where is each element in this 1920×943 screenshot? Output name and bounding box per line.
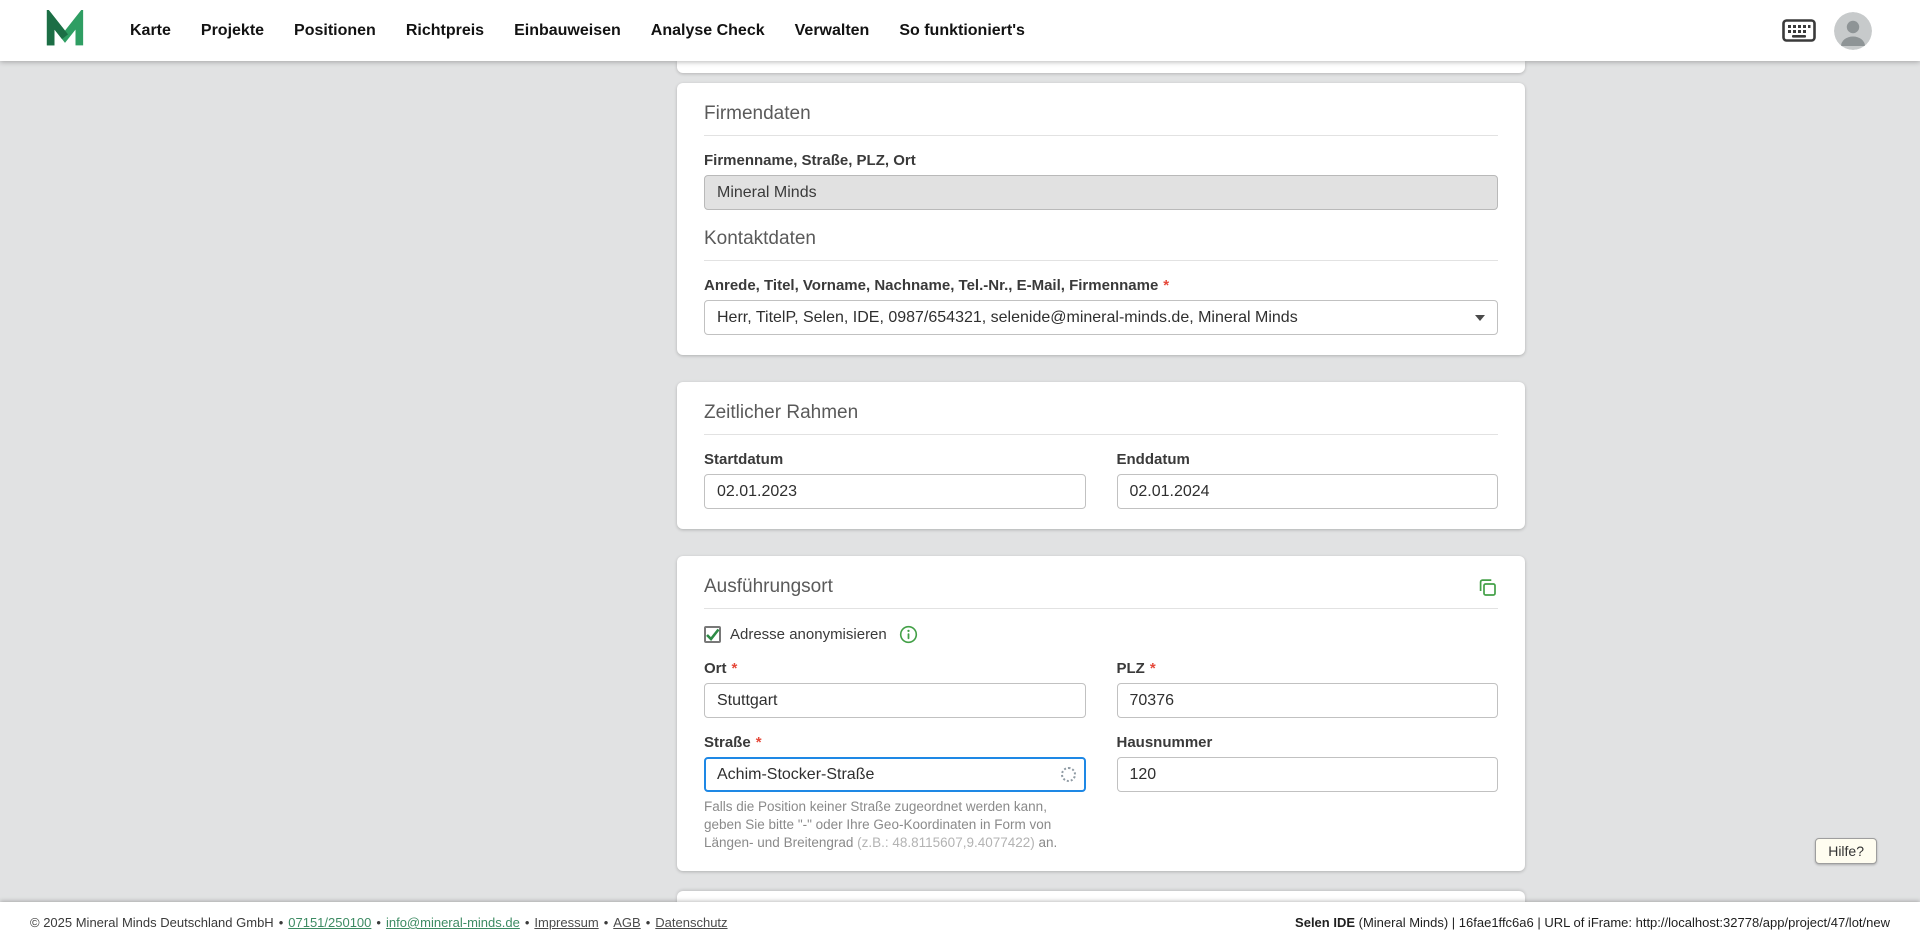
partial-card-top xyxy=(677,61,1525,73)
enddatum-label: Enddatum xyxy=(1116,451,1190,468)
hausnummer-input[interactable] xyxy=(1116,757,1498,792)
firmenname-label: Firmenname, Straße, PLZ, Ort xyxy=(704,152,916,169)
footer: © 2025 Mineral Minds Deutschland GmbH • … xyxy=(0,902,1920,943)
hausnummer-label: Hausnummer xyxy=(1116,734,1213,751)
loading-spinner-icon xyxy=(1060,766,1076,782)
anonymize-checkbox[interactable] xyxy=(704,626,721,643)
firmendaten-title: Firmendaten xyxy=(704,103,811,124)
nav-item-analyse-check[interactable]: Analyse Check xyxy=(651,22,765,40)
card-ausfuehrungsort: Ausführungsort Adresse anonymisieren Ort… xyxy=(677,556,1525,872)
ort-field: Ort * xyxy=(704,660,1086,718)
plz-input[interactable] xyxy=(1116,683,1498,718)
geo-coords-example: (z.B.: 48.8115607,9.4077422) xyxy=(857,834,1035,850)
footer-debug-info: Selen IDE (Mineral Minds) | 16fae1ffc6a6… xyxy=(1295,915,1890,930)
enddatum-field: Enddatum xyxy=(1116,451,1498,509)
nav-item-so-funktionierts[interactable]: So funktioniert's xyxy=(899,22,1025,40)
anonymize-row: Adresse anonymisieren xyxy=(704,625,1498,644)
footer-agb-link[interactable]: AGB xyxy=(613,915,640,930)
footer-app-name: Selen IDE xyxy=(1295,915,1356,930)
enddatum-input[interactable] xyxy=(1116,474,1498,509)
footer-links: © 2025 Mineral Minds Deutschland GmbH • … xyxy=(30,915,728,930)
nav-item-einbauweisen[interactable]: Einbauweisen xyxy=(514,22,621,40)
kontakt-label: Anrede, Titel, Vorname, Nachname, Tel.-N… xyxy=(704,277,1159,294)
ort-input[interactable] xyxy=(704,683,1086,718)
info-icon[interactable] xyxy=(899,625,918,644)
zeitraum-title: Zeitlicher Rahmen xyxy=(704,402,859,423)
keyboard-icon[interactable] xyxy=(1782,19,1816,42)
startdatum-field: Startdatum xyxy=(704,451,1086,509)
startdatum-input[interactable] xyxy=(704,474,1086,509)
nav-item-verwalten[interactable]: Verwalten xyxy=(795,22,870,40)
plz-field: PLZ * xyxy=(1116,660,1498,718)
card-firmendaten: Firmendaten Firmenname, Straße, PLZ, Ort… xyxy=(677,83,1525,355)
footer-datenschutz-link[interactable]: Datenschutz xyxy=(655,915,727,930)
required-marker: * xyxy=(731,660,738,677)
hausnummer-field: Hausnummer xyxy=(1116,734,1498,851)
nav-item-karte[interactable]: Karte xyxy=(130,22,171,40)
nav-item-positionen[interactable]: Positionen xyxy=(294,22,376,40)
plz-label: PLZ xyxy=(1116,660,1145,677)
footer-impressum-link[interactable]: Impressum xyxy=(534,915,598,930)
strasse-label: Straße xyxy=(704,734,751,751)
required-marker: * xyxy=(1149,660,1156,677)
strasse-hint: Falls die Position keiner Straße zugeord… xyxy=(704,799,1058,850)
chevron-down-icon xyxy=(1475,314,1485,321)
ort-label: Ort xyxy=(704,660,727,677)
copy-icon[interactable] xyxy=(1477,577,1498,598)
footer-phone-link[interactable]: 07151/250100 xyxy=(288,915,371,930)
form-content: Firmendaten Firmenname, Straße, PLZ, Ort… xyxy=(677,61,1525,898)
app-logo-icon[interactable] xyxy=(44,9,86,52)
nav-right-icons xyxy=(1782,11,1872,50)
required-marker: * xyxy=(1163,277,1170,294)
user-avatar[interactable] xyxy=(1834,11,1872,50)
footer-email-link[interactable]: info@mineral-minds.de xyxy=(386,915,520,930)
startdatum-label: Startdatum xyxy=(704,451,784,468)
nav-item-projekte[interactable]: Projekte xyxy=(201,22,264,40)
help-button[interactable]: Hilfe? xyxy=(1815,838,1877,864)
strasse-input[interactable] xyxy=(704,757,1086,792)
card-zeitlicher-rahmen: Zeitlicher Rahmen Startdatum Enddatum xyxy=(677,382,1525,529)
firmenname-input xyxy=(704,175,1498,210)
kontakt-select-value: Herr, TitelP, Selen, IDE, 0987/654321, s… xyxy=(717,308,1298,326)
anonymize-label: Adresse anonymisieren xyxy=(730,626,887,643)
top-nav: Karte Projekte Positionen Richtpreis Ein… xyxy=(0,0,1920,61)
copyright-text: © 2025 Mineral Minds Deutschland GmbH xyxy=(30,915,274,930)
ausfuehrungsort-title: Ausführungsort xyxy=(704,576,833,597)
kontaktdaten-title: Kontaktdaten xyxy=(704,228,816,249)
kontakt-select[interactable]: Herr, TitelP, Selen, IDE, 0987/654321, s… xyxy=(704,300,1498,335)
strasse-field: Straße * Falls die Position keiner Straß… xyxy=(704,734,1086,851)
nav-item-richtpreis[interactable]: Richtpreis xyxy=(406,22,484,40)
required-marker: * xyxy=(755,734,762,751)
